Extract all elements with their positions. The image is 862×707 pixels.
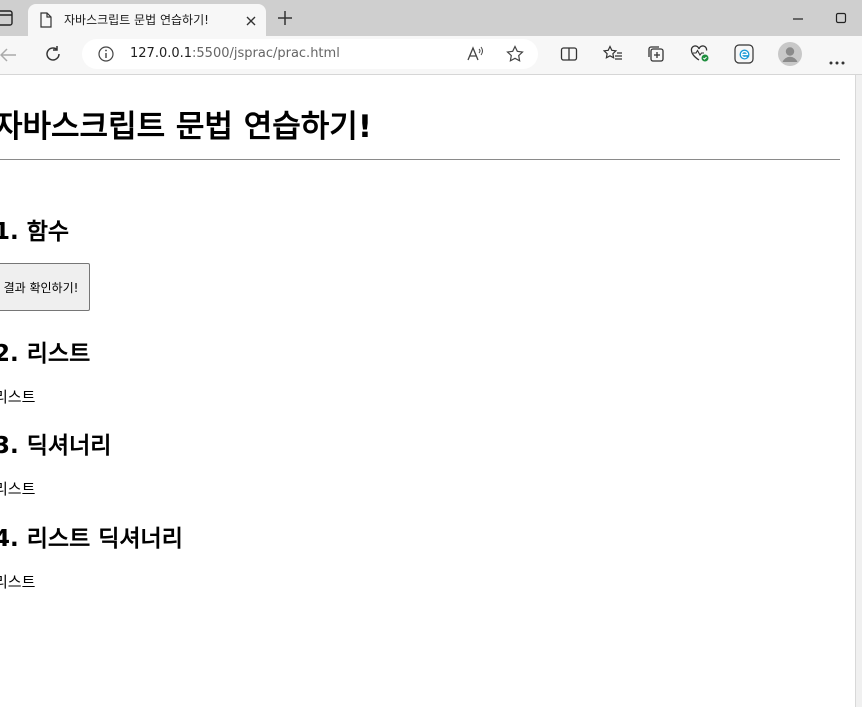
back-arrow-icon[interactable] (0, 46, 18, 68)
check-result-button[interactable]: 결과 확인하기! (0, 263, 90, 311)
close-icon[interactable] (244, 13, 258, 32)
edge-icon[interactable] (734, 44, 754, 68)
read-aloud-icon[interactable] (466, 45, 484, 67)
page-viewport: 자바스크립트 문법 연습하기! 1. 함수 결과 확인하기! 2. 리스트 리스… (0, 75, 855, 707)
minimize-icon[interactable] (792, 10, 804, 29)
browser-essentials-icon[interactable] (690, 45, 710, 67)
list-text: 리스트 (0, 388, 36, 406)
section-heading-list-dictionary: 4. 리스트 딕셔너리 (0, 526, 183, 552)
url-host: 127.0.0.1 (130, 46, 193, 61)
address-bar[interactable]: 127.0.0.1:5500/jsprac/prac.html (82, 39, 538, 69)
tab-actions-icon[interactable] (0, 9, 16, 27)
split-screen-icon[interactable] (560, 45, 578, 67)
reload-icon[interactable] (44, 45, 62, 67)
url-text[interactable]: 127.0.0.1:5500/jsprac/prac.html (130, 46, 340, 61)
favorites-icon[interactable] (602, 45, 623, 67)
maximize-icon[interactable] (835, 9, 847, 28)
section-heading-dictionary: 3. 딕셔너리 (0, 433, 112, 459)
tab-title: 자바스크립트 문법 연습하기! (64, 13, 209, 27)
vertical-scrollbar[interactable] (855, 75, 862, 707)
divider (0, 159, 840, 160)
profile-icon[interactable] (778, 42, 802, 70)
dictionary-text: 리스트 (0, 480, 36, 498)
list-dictionary-text: 리스트 (0, 573, 36, 591)
url-path: :5500/jsprac/prac.html (192, 46, 340, 61)
section-heading-functions: 1. 함수 (0, 219, 70, 245)
section-heading-list: 2. 리스트 (0, 341, 91, 367)
tab-strip: 자바스크립트 문법 연습하기! (0, 0, 862, 36)
more-icon[interactable] (828, 51, 846, 70)
page-title: 자바스크립트 문법 연습하기! (0, 109, 372, 145)
active-tab[interactable]: 자바스크립트 문법 연습하기! (28, 4, 266, 36)
info-icon[interactable] (98, 46, 114, 66)
plus-icon[interactable] (277, 10, 293, 30)
collections-icon[interactable] (647, 45, 665, 67)
browser-toolbar: 127.0.0.1:5500/jsprac/prac.html (0, 36, 862, 75)
page-icon (39, 12, 53, 32)
star-icon[interactable] (506, 45, 524, 67)
